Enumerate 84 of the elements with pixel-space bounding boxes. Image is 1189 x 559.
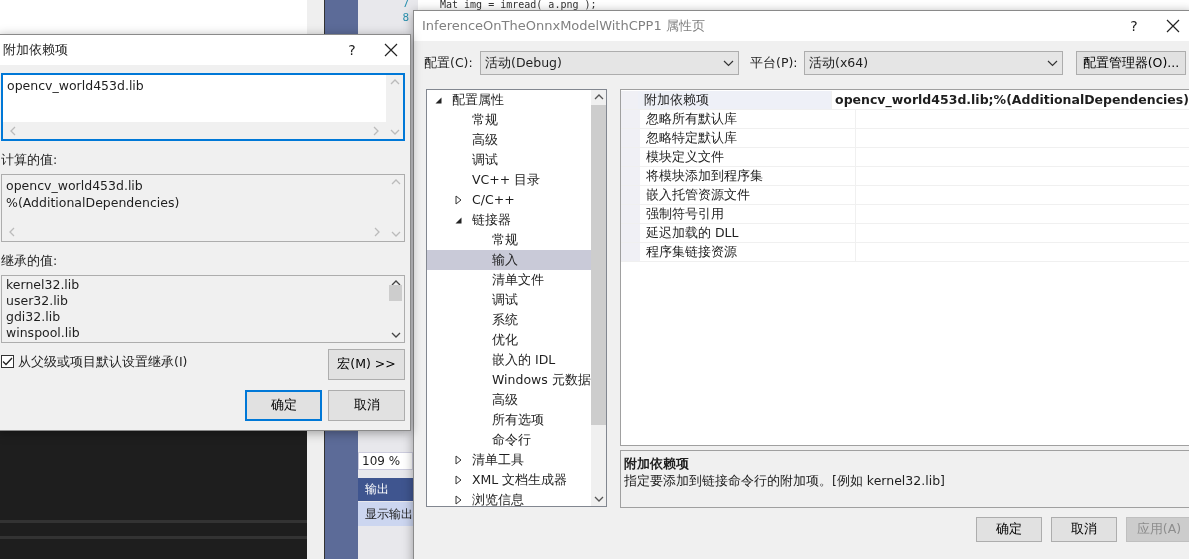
property-value[interactable]: opencv_world453d.lib;%(AdditionalDependencies)	[832, 91, 1189, 109]
scroll-thumb[interactable]	[389, 284, 402, 301]
caret-icon	[723, 59, 734, 67]
tree-item[interactable]: 常规	[427, 110, 591, 130]
tree-item[interactable]: 命令行	[427, 430, 591, 450]
close-icon[interactable]	[1166, 19, 1180, 33]
tree-item[interactable]: XML 文档生成器	[427, 470, 591, 490]
scroll-up-icon[interactable]	[593, 93, 604, 101]
tree-item[interactable]: 常规	[427, 230, 591, 250]
property-name[interactable]: 延迟加载的 DLL	[640, 224, 856, 242]
property-name[interactable]: 嵌入托管资源文件	[640, 186, 856, 204]
field-label: 平台(P):	[750, 53, 799, 72]
tree-item[interactable]: 调试	[427, 150, 591, 170]
collapsed-triangle-icon[interactable]	[454, 495, 462, 505]
scroll-up-icon[interactable]	[390, 278, 401, 287]
property-name[interactable]: 忽略所有默认库	[640, 110, 856, 128]
tree-item[interactable]: C/C++	[427, 190, 591, 210]
tree-item[interactable]: 优化	[427, 330, 591, 350]
section-label: 继承的值:	[1, 251, 59, 270]
property-name[interactable]: 程序集链接资源	[640, 243, 856, 261]
collapsed-triangle-icon[interactable]	[454, 455, 462, 465]
property-name[interactable]: 模块定义文件	[640, 148, 856, 166]
tree-item[interactable]: 链接器	[427, 210, 591, 230]
property-name[interactable]: 将模块添加到程序集	[640, 167, 856, 185]
value-line: opencv_world453d.lib	[6, 176, 144, 194]
zoom-dropdown[interactable]: 109 %	[358, 452, 413, 470]
dropdown[interactable]: 活动(x64)	[804, 51, 1063, 75]
property-name[interactable]: 强制符号引用	[640, 205, 856, 223]
expanded-triangle-icon[interactable]	[454, 216, 462, 224]
property-name[interactable]: 忽略特定默认库	[640, 129, 856, 147]
tree-item[interactable]: 浏览信息	[427, 490, 591, 506]
inherit-checkbox[interactable]: 从父级或项目默认设置继承(I)	[1, 352, 328, 372]
dependencies-input[interactable]: opencv_world453d.lib	[1, 73, 405, 141]
dialog-button[interactable]: 取消	[1051, 517, 1117, 542]
expanded-triangle-icon[interactable]	[434, 96, 442, 104]
code-line: Mat img = imread( a.png );	[440, 0, 597, 10]
tree-item[interactable]: 调试	[427, 290, 591, 310]
tree-item[interactable]: 输入	[427, 250, 591, 270]
description-title: 附加依赖项	[624, 455, 690, 472]
value-line: gdi32.lib	[6, 308, 62, 325]
macros-button[interactable]: 宏(M) >>	[328, 348, 405, 380]
scroll-thumb[interactable]	[591, 105, 606, 425]
tree-item[interactable]: 高级	[427, 390, 591, 410]
tree-item[interactable]: 清单文件	[427, 270, 591, 290]
scroll-left-icon[interactable]	[9, 125, 17, 136]
collapsed-triangle-icon[interactable]	[454, 195, 462, 205]
tree-item[interactable]: 配置属性	[427, 90, 591, 110]
value-line: user32.lib	[6, 292, 70, 309]
property-name[interactable]: 附加依赖项	[638, 91, 833, 109]
scroll-left-icon[interactable]	[8, 227, 16, 238]
field-label: 配置(C):	[424, 53, 474, 72]
caret-icon	[1047, 59, 1058, 67]
tree-item[interactable]: 清单工具	[427, 450, 591, 470]
section-label: 计算的值:	[1, 151, 59, 169]
value-line: kernel32.lib	[6, 276, 81, 293]
tree-item[interactable]: Windows 元数据	[427, 370, 591, 390]
line-number: 8	[401, 11, 409, 25]
value-line: opencv_world453d.lib	[7, 77, 145, 94]
dialog-button[interactable]: 确定	[245, 389, 322, 421]
window-title: InferenceOnTheOnnxModelWithCPP1 属性页	[422, 17, 706, 36]
tree-item[interactable]: 系统	[427, 310, 591, 330]
collapsed-triangle-icon[interactable]	[454, 475, 462, 485]
tree-item[interactable]: 所有选项	[427, 410, 591, 430]
dialog-title: 附加依赖项	[3, 41, 69, 60]
close-icon[interactable]	[384, 43, 398, 57]
dialog-button[interactable]: 取消	[328, 389, 405, 421]
scroll-right-icon[interactable]	[373, 227, 381, 238]
value-line: %(AdditionalDependencies)	[6, 193, 181, 211]
dropdown[interactable]: 活动(Debug)	[480, 51, 739, 75]
scrollbar[interactable]	[591, 90, 606, 506]
description-text: 指定要添加到链接命令行的附加项。[例如 kernel32.lib]	[624, 472, 946, 489]
value-line: winspool.lib	[6, 324, 81, 341]
check-icon	[2, 357, 13, 367]
dialog-button[interactable]: 确定	[976, 517, 1042, 542]
scroll-down-icon[interactable]	[593, 495, 604, 503]
config-manager-button[interactable]: 配置管理器(O)...	[1076, 51, 1186, 75]
scrollbar[interactable]	[3, 122, 386, 139]
tree-item[interactable]: 嵌入的 IDL	[427, 350, 591, 370]
help-button[interactable]: ?	[1114, 15, 1154, 37]
help-button[interactable]: ?	[332, 39, 372, 61]
tree-item[interactable]: VC++ 目录	[427, 170, 591, 190]
scroll-down-icon[interactable]	[390, 330, 401, 339]
scroll-right-icon[interactable]	[372, 125, 380, 136]
tree-item[interactable]: 高级	[427, 130, 591, 150]
